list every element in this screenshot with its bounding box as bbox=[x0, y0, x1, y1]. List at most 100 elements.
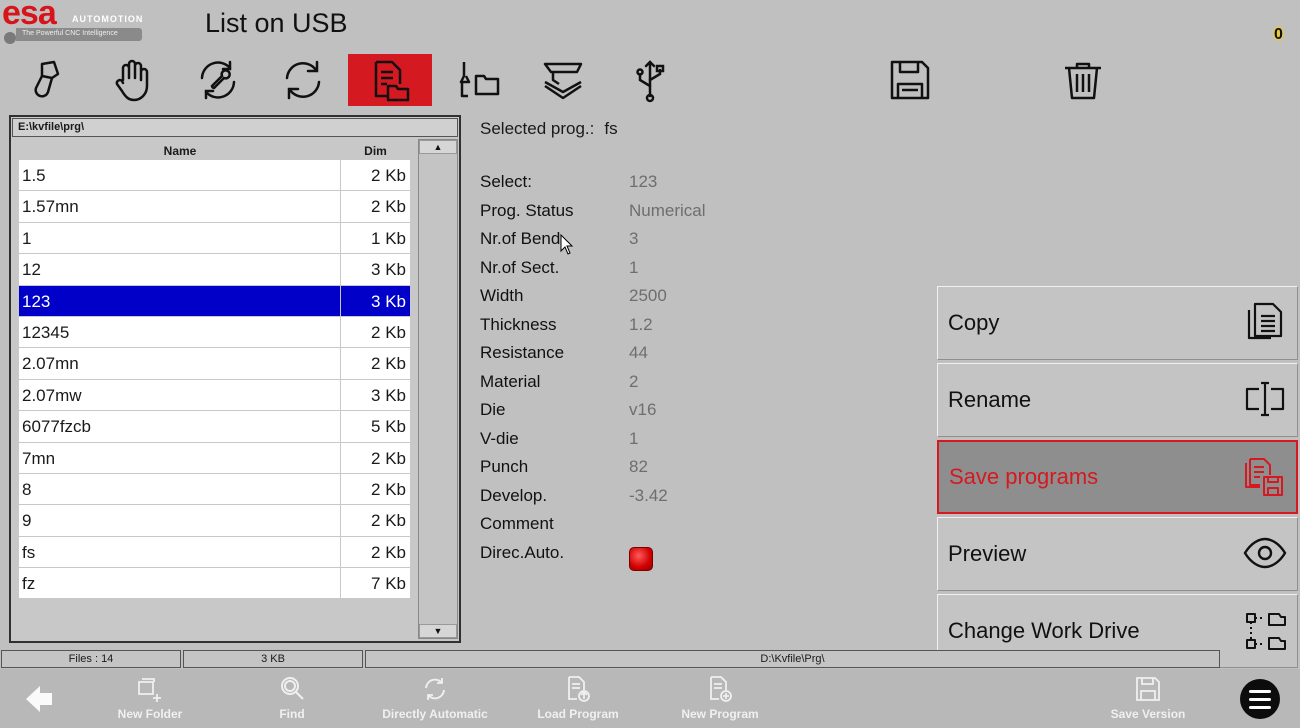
save-version-icon bbox=[1136, 677, 1160, 701]
menu-line bbox=[1249, 705, 1271, 709]
menu-line bbox=[1249, 697, 1271, 701]
detail-label: Thickness bbox=[480, 315, 557, 334]
file-size-cell: 2 Kb bbox=[371, 197, 406, 217]
mouse-cursor-icon bbox=[560, 234, 574, 255]
punch-die-button[interactable] bbox=[521, 54, 605, 106]
drive-tree-icon bbox=[1243, 608, 1287, 652]
file-manager-button[interactable] bbox=[348, 54, 432, 106]
file-size-cell: 3 Kb bbox=[371, 291, 406, 311]
file-name-cell: 1.57mn bbox=[19, 191, 341, 222]
detail-label: Width bbox=[480, 286, 524, 305]
find-label: Find bbox=[279, 707, 305, 721]
table-row[interactable]: 2.07mw 3 Kb bbox=[19, 379, 410, 412]
file-size-cell: 2 Kb bbox=[371, 479, 406, 499]
status-files: Files : 14 bbox=[1, 650, 181, 668]
new-folder-button[interactable]: New Folder bbox=[100, 669, 200, 728]
delete-button[interactable] bbox=[1041, 54, 1125, 106]
table-row[interactable]: 8 2 Kb bbox=[19, 473, 410, 506]
logo-tagline: The Powerful CNC Intelligence bbox=[22, 30, 118, 37]
table-row[interactable]: fs 2 Kb bbox=[19, 536, 410, 569]
detail-value: 44 bbox=[629, 343, 648, 362]
file-size-cell: 2 Kb bbox=[371, 542, 406, 562]
action-label: Copy bbox=[948, 310, 1000, 335]
table-row[interactable]: fz 7 Kb bbox=[19, 568, 410, 600]
file-name-cell: 8 bbox=[19, 473, 341, 505]
detail-label: Develop. bbox=[480, 486, 548, 505]
detail-label: Comment bbox=[480, 514, 554, 533]
file-name-cell: fs bbox=[19, 536, 341, 568]
scroll-up-arrow-icon[interactable]: ▲ bbox=[419, 140, 457, 154]
usb-button[interactable] bbox=[608, 54, 692, 106]
load-program-label: Load Program bbox=[537, 707, 619, 721]
table-row[interactable]: 9 2 Kb bbox=[19, 505, 410, 537]
detail-label: Select: bbox=[480, 172, 532, 191]
copy-icon bbox=[1243, 300, 1287, 344]
table-row[interactable]: 1 1 Kb bbox=[19, 222, 410, 255]
file-size-cell: 2 Kb bbox=[371, 322, 406, 342]
column-header-name[interactable]: Name bbox=[19, 144, 341, 158]
manual-mode-button[interactable] bbox=[91, 54, 175, 106]
pencil-tool-button[interactable] bbox=[6, 54, 90, 106]
new-folder-label: New Folder bbox=[117, 707, 183, 721]
directly-automatic-button[interactable]: Directly Automatic bbox=[375, 669, 495, 728]
new-program-icon bbox=[710, 676, 732, 702]
detail-value: 3 bbox=[629, 229, 639, 248]
refresh-button[interactable] bbox=[261, 54, 345, 106]
tool-setup-button[interactable] bbox=[176, 54, 260, 106]
new-program-button[interactable]: New Program bbox=[670, 669, 770, 728]
file-name-cell: 123 bbox=[19, 285, 341, 316]
table-row[interactable]: 1.5 2 Kb bbox=[19, 160, 410, 192]
detail-label: Material bbox=[480, 372, 541, 391]
table-row[interactable]: 12345 2 Kb bbox=[19, 316, 410, 349]
preview-button[interactable]: Preview bbox=[937, 517, 1298, 591]
load-program-button[interactable]: Load Program bbox=[528, 669, 628, 728]
logo-subtext: AUTOMOTION bbox=[72, 14, 144, 24]
rename-button[interactable]: Rename bbox=[937, 363, 1298, 437]
table-row[interactable]: 123 3 Kb bbox=[19, 285, 410, 317]
save-button[interactable] bbox=[868, 54, 952, 106]
file-name-cell: 6077fzcb bbox=[19, 411, 341, 442]
save-version-label: Save Version bbox=[1110, 707, 1186, 721]
file-size-cell: 2 Kb bbox=[371, 511, 406, 531]
column-header-dim[interactable]: Dim bbox=[341, 144, 410, 158]
usb-icon bbox=[636, 60, 665, 103]
detail-label: Direc.Auto. bbox=[480, 543, 565, 562]
status-path: D:\Kvfile\Prg\ bbox=[365, 650, 1220, 668]
file-size-cell: 2 Kb bbox=[371, 166, 406, 185]
save-version-button[interactable]: Save Version bbox=[1098, 669, 1198, 728]
refresh-icon bbox=[285, 60, 321, 100]
detail-label: Nr.of Sect. bbox=[480, 258, 560, 277]
scrollbar[interactable]: ▲ ▼ bbox=[418, 139, 458, 639]
table-row[interactable]: 2.07mn 2 Kb bbox=[19, 348, 410, 380]
detail-value: 1 bbox=[629, 429, 639, 448]
file-size-cell: 3 Kb bbox=[371, 260, 406, 280]
file-name-cell: 12 bbox=[19, 254, 341, 285]
file-size-cell: 3 Kb bbox=[371, 385, 406, 405]
new-program-label: New Program bbox=[681, 707, 759, 721]
save-icon bbox=[890, 60, 930, 100]
detail-value: 1 bbox=[629, 258, 639, 277]
file-size-cell: 2 Kb bbox=[371, 354, 406, 374]
selected-program: Selected prog.: fs bbox=[480, 119, 618, 139]
file-size-cell: 2 Kb bbox=[371, 448, 406, 468]
status-size: 3 KB bbox=[183, 650, 363, 668]
selected-prog-label: Selected prog.: bbox=[480, 119, 595, 138]
detail-value: 123 bbox=[629, 172, 658, 191]
main-menu-button[interactable] bbox=[1240, 679, 1280, 719]
detail-value: 2 bbox=[629, 372, 639, 391]
direc-auto-led[interactable] bbox=[629, 547, 653, 571]
find-button[interactable]: Find bbox=[252, 669, 332, 728]
back-arrow-icon[interactable] bbox=[22, 682, 56, 716]
copy-button[interactable]: Copy bbox=[937, 286, 1298, 360]
scroll-down-arrow-icon[interactable]: ▼ bbox=[419, 624, 457, 638]
punch-die-icon bbox=[543, 62, 583, 100]
wrench-cycle-icon bbox=[200, 60, 236, 100]
save-programs-button[interactable]: Save programs bbox=[937, 440, 1298, 514]
detail-value: v16 bbox=[629, 400, 657, 419]
tools-file-button[interactable] bbox=[436, 54, 520, 106]
table-row[interactable]: 7mn 2 Kb bbox=[19, 442, 410, 474]
trash-icon bbox=[1065, 62, 1101, 100]
table-row[interactable]: 1.57mn 2 Kb bbox=[19, 191, 410, 223]
table-row[interactable]: 6077fzcb 5 Kb bbox=[19, 411, 410, 443]
table-row[interactable]: 12 3 Kb bbox=[19, 254, 410, 286]
